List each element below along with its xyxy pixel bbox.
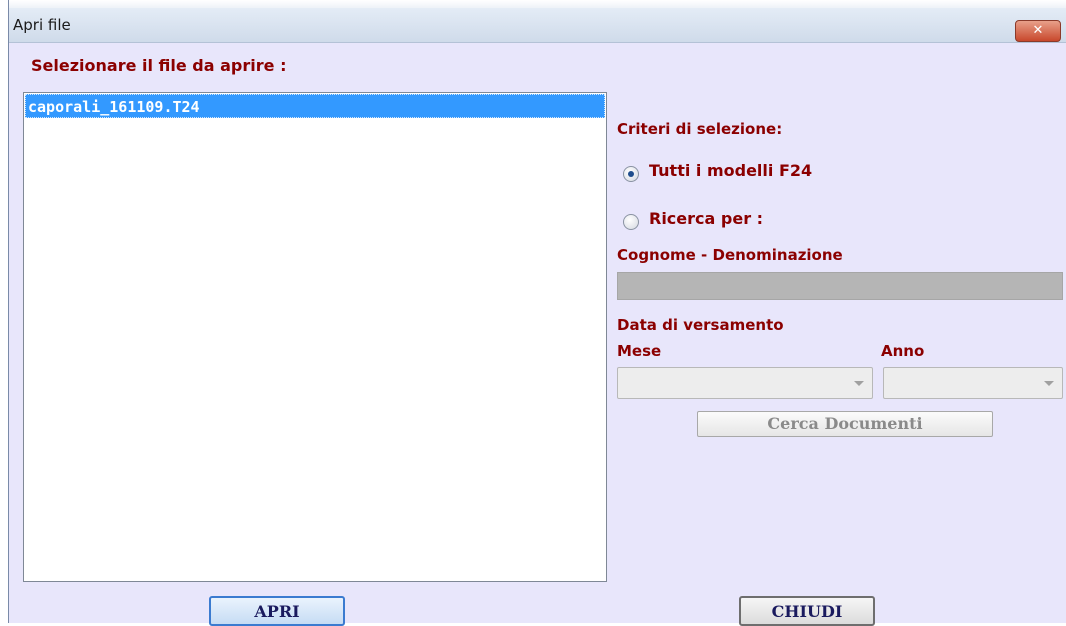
file-list[interactable]: caporali_161109.T24 bbox=[23, 92, 607, 582]
window-title: Apri file bbox=[13, 16, 71, 34]
close-icon[interactable]: ✕ bbox=[1015, 20, 1061, 42]
close-button[interactable]: CHIUDI bbox=[739, 596, 875, 626]
search-documents-button[interactable]: Cerca Documenti bbox=[697, 411, 993, 437]
radio-search-by-label[interactable]: Ricerca per : bbox=[649, 209, 763, 228]
name-field-label: Cognome - Denominazione bbox=[617, 246, 843, 264]
chevron-down-icon bbox=[1044, 381, 1054, 386]
radio-all-models[interactable] bbox=[623, 166, 639, 182]
radio-all-models-label[interactable]: Tutti i modelli F24 bbox=[649, 161, 812, 180]
date-label: Data di versamento bbox=[617, 316, 784, 334]
open-button[interactable]: APRI bbox=[209, 596, 345, 626]
file-list-item[interactable]: caporali_161109.T24 bbox=[25, 94, 605, 118]
radio-search-by[interactable] bbox=[623, 214, 639, 230]
month-label: Mese bbox=[617, 342, 662, 360]
year-label: Anno bbox=[881, 342, 925, 360]
chevron-down-icon bbox=[854, 381, 864, 386]
name-input[interactable] bbox=[617, 272, 1063, 300]
month-select[interactable] bbox=[617, 367, 873, 399]
criteria-heading: Criteri di selezione: bbox=[617, 120, 783, 138]
window-top-edge bbox=[9, 0, 1066, 8]
title-bar[interactable]: Apri file ✕ bbox=[9, 8, 1066, 43]
open-file-dialog: Apri file ✕ Selezionare il file da aprir… bbox=[8, 0, 1066, 626]
file-select-label: Selezionare il file da aprire : bbox=[31, 56, 287, 75]
radio-selected-dot bbox=[628, 171, 634, 177]
year-select[interactable] bbox=[883, 367, 1063, 399]
